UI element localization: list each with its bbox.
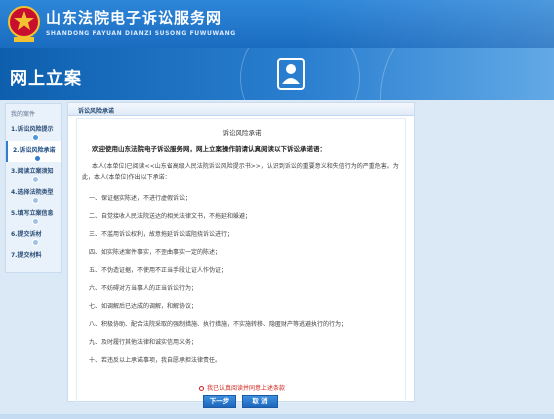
- sidebar-heading: 我的案件: [11, 111, 36, 118]
- commitment-item: 六、不妨碍对方当事人的正当诉讼行为；: [89, 285, 198, 292]
- page-banner: 网上立案: [0, 48, 554, 100]
- step-risk-notice[interactable]: 1.诉讼风险提示: [6, 120, 61, 141]
- commitment-item: 八、积极协助、配合法院采取的强制措施、执行措施，不实施转移、隐匿财产等逃避执行的…: [89, 321, 348, 328]
- court-emblem-icon: [8, 6, 40, 42]
- main-panel: 诉讼风险承诺 诉讼风险承诺 欢迎使用山东法院电子诉讼服务网，网上立案操作前请认真…: [67, 102, 415, 403]
- agree-checkbox-row[interactable]: 我已认真阅读并同意上述条款: [77, 383, 407, 392]
- step-fill-info[interactable]: 5.填写立案信息: [6, 204, 61, 225]
- commitment-notice: 诉讼风险承诺 欢迎使用山东法院电子诉讼服务网，网上立案操作前请认真阅读以下诉讼承…: [76, 118, 406, 403]
- commitment-item: 七、如调解后已达成的调解，和解协议；: [89, 303, 198, 310]
- tab-risk-commitment[interactable]: 诉讼风险承诺: [78, 106, 114, 115]
- step-label: 6.提交诉材: [11, 231, 42, 238]
- site-header: 山东法院电子诉讼服务网 SHANDONG FAYUAN DIANZI SUSON…: [0, 0, 554, 48]
- person-document-icon: [277, 58, 305, 90]
- step-todo-dot-icon: [32, 197, 39, 204]
- notice-title: 诉讼风险承诺: [222, 129, 262, 137]
- notice-intro: 欢迎使用山东法院电子诉讼服务网，网上立案操作前请认真阅读以下诉讼承诺语：: [92, 145, 326, 153]
- step-todo-dot-icon: [32, 218, 39, 225]
- agree-label: 我已认真阅读并同意上述条款: [206, 385, 285, 392]
- page-title: 网上立案: [10, 69, 82, 89]
- commitment-item: 一、保证据实陈述，不进行虚假诉讼；: [89, 195, 192, 202]
- commitment-item: 十、若违反以上承诺事项，我自愿承担法律责任。: [89, 357, 222, 364]
- commitment-item: 二、自觉接收人民法院送达的相关法律文书，不拖延和躲避；: [89, 213, 252, 220]
- step-label: 1.诉讼风险提示: [11, 126, 54, 133]
- step-sidebar: 我的案件 1.诉讼风险提示 2.诉讼风险承诺 3.阅读立案须知 4.选择法院类型…: [5, 103, 62, 273]
- next-button[interactable]: 下一步: [203, 395, 236, 408]
- commitment-item: 三、不滥用诉讼权利，故意拖延诉讼或阻挠诉讼进行；: [89, 231, 234, 238]
- step-label: 4.选择法院类型: [11, 189, 54, 196]
- step-label: 5.填写立案信息: [11, 210, 54, 217]
- header-decoration: [300, 0, 554, 48]
- step-read-notice[interactable]: 3.阅读立案须知: [6, 162, 61, 183]
- step-risk-commitment[interactable]: 2.诉讼风险承诺: [6, 141, 61, 162]
- commitment-item: 四、如实陈述案件事实，不歪曲事实一定的陈述；: [89, 249, 222, 256]
- step-label: 2.诉讼风险承诺: [13, 147, 56, 154]
- panel-tab-bar: 诉讼风险承诺: [68, 103, 414, 116]
- step-court-type[interactable]: 4.选择法院类型: [6, 183, 61, 204]
- site-title: 山东法院电子诉讼服务网: [46, 9, 223, 27]
- step-done-dot-icon: [32, 134, 39, 141]
- step-label: 3.阅读立案须知: [11, 168, 54, 175]
- step-label: 7.提交材料: [11, 252, 42, 259]
- notice-paragraph: 本人(本单位)已阅读<<山东省高级人民法院诉讼风险提示书>>，认识到诉讼的重要意…: [82, 163, 399, 181]
- step-todo-dot-icon: [32, 176, 39, 183]
- commitment-item: 五、不伪造证据，不使用不正当手段让证人作伪证；: [89, 267, 228, 274]
- step-submit-docs[interactable]: 6.提交诉材: [6, 225, 61, 246]
- site-subtitle: SHANDONG FAYUAN DIANZI SUSONG FUWUWANG: [46, 30, 236, 37]
- agree-radio-icon[interactable]: [198, 386, 204, 391]
- commitment-item: 九、及时履行其他法律和诚实信用义务；: [89, 339, 198, 346]
- cancel-button[interactable]: 取 消: [242, 395, 278, 408]
- footer-strip: [0, 414, 554, 419]
- step-todo-dot-icon: [32, 239, 39, 246]
- step-active-dot-icon: [34, 155, 41, 162]
- step-submit-materials[interactable]: 7.提交材料: [6, 246, 61, 267]
